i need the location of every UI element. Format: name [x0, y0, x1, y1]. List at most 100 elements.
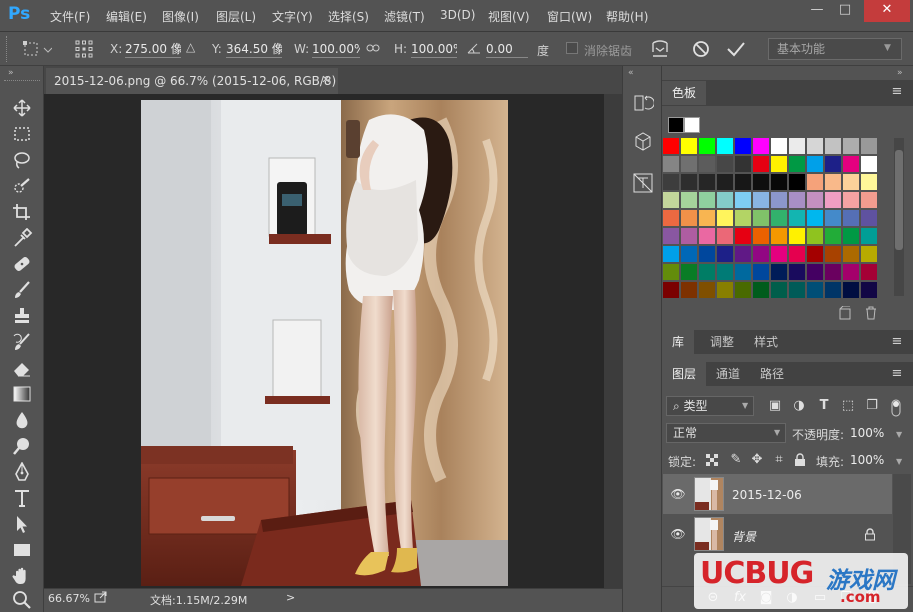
color-swatch[interactable] — [771, 174, 787, 190]
color-swatch[interactable] — [861, 228, 877, 244]
color-swatch[interactable] — [717, 228, 733, 244]
collapse-panels-icon[interactable]: » — [897, 68, 903, 78]
expand-dock-icon[interactable]: « — [628, 68, 634, 78]
color-swatch[interactable] — [681, 156, 697, 172]
color-swatch[interactable] — [699, 192, 715, 208]
tab-channels[interactable]: 通道 — [706, 362, 750, 386]
color-swatch[interactable] — [807, 156, 823, 172]
close-window-button[interactable]: ✕ — [864, 0, 910, 22]
eraser-tool-icon[interactable] — [11, 358, 33, 378]
color-swatch[interactable] — [789, 246, 805, 262]
document-image[interactable] — [141, 100, 508, 586]
link-aspect-icon[interactable] — [366, 42, 380, 54]
menu-layer[interactable]: 图层(L) — [216, 8, 256, 26]
swatch-grid[interactable] — [663, 138, 895, 300]
color-swatch[interactable] — [789, 264, 805, 280]
path-selection-tool-icon[interactable] — [11, 514, 33, 534]
color-swatch[interactable] — [843, 156, 859, 172]
reference-point-icon[interactable] — [74, 39, 94, 59]
color-swatch[interactable] — [843, 228, 859, 244]
color-swatch[interactable] — [681, 228, 697, 244]
color-swatch[interactable] — [699, 282, 715, 298]
layer-filter-select[interactable]: ⌕ 类型 — [666, 396, 754, 416]
color-swatch[interactable] — [807, 192, 823, 208]
menu-window[interactable]: 窗口(W) — [547, 8, 592, 26]
menu-file[interactable]: 文件(F) — [50, 8, 90, 26]
color-swatch[interactable] — [807, 246, 823, 262]
color-swatch[interactable] — [735, 228, 751, 244]
color-swatch[interactable] — [789, 138, 805, 154]
type-tool-icon[interactable] — [11, 488, 33, 508]
color-swatch[interactable] — [735, 138, 751, 154]
filter-pixel-layers-icon[interactable]: ▣ — [767, 398, 783, 414]
color-swatch[interactable] — [861, 264, 877, 280]
color-swatch[interactable] — [681, 192, 697, 208]
color-swatch[interactable] — [699, 156, 715, 172]
color-swatch[interactable] — [753, 192, 769, 208]
color-swatch[interactable] — [789, 210, 805, 226]
color-swatch[interactable] — [771, 192, 787, 208]
color-swatch[interactable] — [735, 174, 751, 190]
pen-tool-icon[interactable] — [11, 462, 33, 482]
commit-transform-icon[interactable] — [726, 40, 746, 58]
canvas-vertical-scrollbar[interactable] — [604, 94, 622, 588]
color-swatch[interactable] — [825, 282, 841, 298]
zoom-level[interactable]: 66.67% — [48, 592, 90, 605]
crop-tool-icon[interactable] — [11, 202, 33, 222]
menu-select[interactable]: 选择(S) — [328, 8, 369, 26]
lasso-tool-icon[interactable] — [11, 150, 33, 170]
color-swatch[interactable] — [789, 174, 805, 190]
color-swatch[interactable] — [825, 138, 841, 154]
color-swatch[interactable] — [771, 264, 787, 280]
color-swatch[interactable] — [861, 210, 877, 226]
relative-position-icon[interactable]: △ — [186, 40, 200, 56]
color-swatch[interactable] — [753, 228, 769, 244]
color-swatch[interactable] — [717, 246, 733, 262]
color-swatch[interactable] — [699, 174, 715, 190]
tab-adjustments[interactable]: 调整 — [700, 330, 744, 354]
lock-transparent-pixels-icon[interactable] — [706, 454, 718, 466]
color-swatch[interactable] — [663, 192, 679, 208]
y-position-field[interactable]: 364.50 像素 — [226, 40, 282, 58]
color-swatch[interactable] — [843, 174, 859, 190]
color-swatch[interactable] — [771, 156, 787, 172]
filter-type-layers-icon[interactable]: T — [816, 398, 832, 414]
color-swatch[interactable] — [771, 246, 787, 262]
filter-shape-layers-icon[interactable]: ⬚ — [840, 398, 856, 414]
share-icon[interactable] — [94, 591, 108, 603]
brush-tool-icon[interactable] — [11, 280, 33, 300]
close-tab-icon[interactable]: ✕ — [320, 74, 332, 86]
hand-tool-icon[interactable] — [11, 566, 33, 586]
color-swatch[interactable] — [789, 228, 805, 244]
color-swatch[interactable] — [663, 210, 679, 226]
angle-field[interactable]: 0.00 — [486, 40, 528, 58]
foreground-swatch[interactable] — [668, 117, 684, 133]
color-swatch[interactable] — [807, 210, 823, 226]
move-tool-icon[interactable] — [11, 98, 33, 118]
lock-artboard-icon[interactable]: ⌗ — [771, 452, 787, 468]
color-swatch[interactable] — [861, 138, 877, 154]
layers-panel-menu-icon[interactable]: ≡ — [890, 367, 904, 380]
color-swatch[interactable] — [699, 228, 715, 244]
color-swatch[interactable] — [681, 282, 697, 298]
expand-toolbar-icon[interactable]: » — [8, 68, 14, 78]
tab-swatches[interactable]: 色板 — [662, 81, 707, 105]
menu-filter[interactable]: 滤镜(T) — [384, 8, 425, 26]
color-swatch[interactable] — [807, 282, 823, 298]
color-swatch[interactable] — [843, 282, 859, 298]
blend-mode-select[interactable]: 正常 — [666, 423, 786, 443]
toolbar-grip[interactable] — [4, 80, 40, 83]
anti-alias-checkbox[interactable] — [566, 42, 578, 54]
color-swatch[interactable] — [807, 264, 823, 280]
color-swatch[interactable] — [753, 156, 769, 172]
color-swatch[interactable] — [681, 210, 697, 226]
document-tab[interactable]: 2015-12-06.png @ 66.7% (2015-12-06, RGB/… — [46, 68, 338, 94]
healing-brush-tool-icon[interactable] — [11, 254, 33, 274]
color-swatch[interactable] — [717, 156, 733, 172]
lock-all-icon[interactable] — [794, 453, 806, 467]
background-swatch[interactable] — [684, 117, 700, 133]
lock-image-pixels-icon[interactable]: ✎ — [728, 452, 744, 468]
cancel-transform-icon[interactable] — [692, 40, 710, 58]
maximize-button[interactable]: □ — [828, 0, 862, 22]
color-swatch[interactable] — [771, 138, 787, 154]
